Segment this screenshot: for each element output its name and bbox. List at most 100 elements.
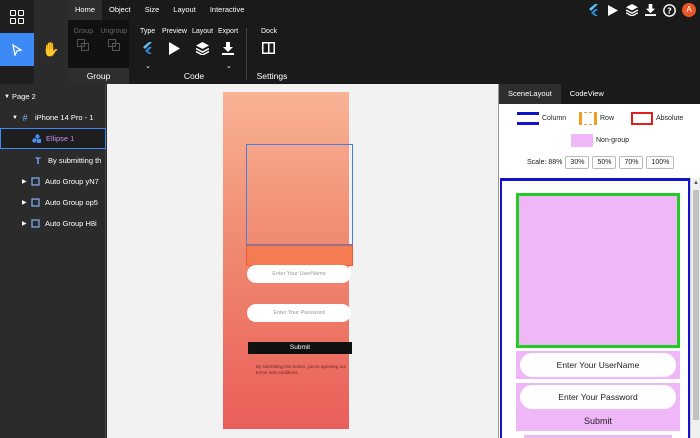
username-field[interactable]: Enter Your UserName xyxy=(247,265,351,283)
download-icon[interactable] xyxy=(644,4,657,17)
submit-button[interactable]: Submit xyxy=(248,342,352,354)
layer-text[interactable]: T By submitting th xyxy=(0,150,106,171)
scale-controls: Scale: 88% 30% 50% 70% 100% xyxy=(527,156,675,169)
scroll-up-icon[interactable]: ▲ xyxy=(693,180,699,186)
scroll-thumb[interactable] xyxy=(693,190,699,420)
preview-submit-button[interactable]: Submit xyxy=(516,411,680,431)
ungroup-button[interactable]: Ungroup xyxy=(99,20,130,68)
tab-scenelayout[interactable]: SceneLayout xyxy=(499,84,561,104)
absolute-swatch xyxy=(631,112,653,125)
group-button[interactable]: Group xyxy=(68,20,99,68)
layers-icon[interactable] xyxy=(625,4,638,17)
tab-object[interactable]: Object xyxy=(102,0,138,20)
scene-panel: SceneLayout CodeView Column Row Absolute… xyxy=(498,84,700,438)
type-label: Type xyxy=(140,28,156,35)
legend-column: Column xyxy=(517,112,566,125)
tab-size[interactable]: Size xyxy=(138,0,167,20)
avatar[interactable]: A xyxy=(682,3,696,17)
settings-section-label: Settings xyxy=(256,71,288,81)
flutter-icon[interactable] xyxy=(587,4,600,17)
preview-scrollbar[interactable]: ▲ xyxy=(690,178,700,438)
page-item[interactable]: ▼ Page 2 xyxy=(0,86,106,107)
ungroup-label: Ungroup xyxy=(100,28,128,35)
layer-autogroup[interactable]: ▶ Auto Group H8i xyxy=(0,213,106,234)
export-button[interactable]: Export xyxy=(218,28,238,55)
caret-down-icon: ▼ xyxy=(12,114,18,121)
play-icon[interactable] xyxy=(606,4,619,17)
group-label: Group xyxy=(73,28,93,35)
dock-button[interactable]: Dock xyxy=(261,28,277,55)
layer-label: Ellipse 1 xyxy=(46,134,75,143)
legend-absolute: Absolute xyxy=(631,112,683,125)
code-section: Type ⌄ Preview Layout Export ⌄ Code xyxy=(138,20,250,84)
flutter-icon xyxy=(140,41,155,55)
tab-layout[interactable]: Layout xyxy=(166,0,203,20)
legend-label: Row xyxy=(600,115,615,122)
tab-home[interactable]: Home xyxy=(68,0,103,20)
panel-tabs: SceneLayout CodeView xyxy=(499,84,700,104)
preview-password-field[interactable]: Enter Your Password xyxy=(520,385,676,409)
group-icon xyxy=(77,39,90,51)
layout-button[interactable]: Layout xyxy=(192,28,213,55)
preview-username-field[interactable]: Enter Your UserName xyxy=(520,353,676,377)
legend-label: Absolute xyxy=(656,115,684,122)
password-field[interactable]: Enter Your Password xyxy=(247,304,351,322)
group-section: Group Ungroup Group xyxy=(68,20,129,84)
layout-label: Layout xyxy=(192,28,214,35)
legend-non-group: Non-group xyxy=(571,134,629,147)
scale-30-button[interactable]: 30% xyxy=(565,156,590,169)
apps-icon[interactable] xyxy=(10,10,24,24)
layer-label: Auto Group yN7 xyxy=(45,177,99,186)
group-section-label: Group xyxy=(86,71,111,81)
frame-icon: # xyxy=(22,112,28,123)
layer-autogroup[interactable]: ▶ Auto Group op5 xyxy=(0,192,106,213)
export-label: Export xyxy=(218,28,239,35)
scale-100-button[interactable]: 100% xyxy=(646,156,675,169)
tab-interactive[interactable]: Interactive xyxy=(203,0,252,20)
scale-label: Scale: 88% xyxy=(527,159,563,166)
layer-label: Auto Group H8i xyxy=(45,219,97,228)
tab-codeview[interactable]: CodeView xyxy=(561,84,613,104)
canvas[interactable]: Enter Your UserName Enter Your Password … xyxy=(107,84,498,438)
export-chevron-icon[interactable]: ⌄ xyxy=(226,62,232,70)
layer-label: iPhone 14 Pro - 1 xyxy=(35,113,94,122)
layer-iphone-frame[interactable]: ▼ # iPhone 14 Pro - 1 xyxy=(0,107,106,128)
header-strip[interactable] xyxy=(246,245,353,266)
top-right-actions: ? A xyxy=(587,3,696,17)
layer-label: By submitting th xyxy=(48,156,102,165)
caret-right-icon: ▶ xyxy=(22,179,27,185)
help-icon[interactable]: ? xyxy=(663,3,676,17)
hand-icon: ✋ xyxy=(42,41,60,57)
hand-tool-button[interactable]: ✋ xyxy=(34,33,68,66)
preview-password-row[interactable]: Enter Your Password xyxy=(516,383,680,411)
ribbon-tabs: Home Object Size Layout Interactive xyxy=(68,0,251,20)
scale-50-button[interactable]: 50% xyxy=(592,156,617,169)
group-buttons: Group Ungroup xyxy=(68,20,129,68)
legend-label: Column xyxy=(542,115,567,122)
caret-right-icon: ▶ xyxy=(22,200,27,206)
preview-button[interactable]: Preview xyxy=(162,28,187,55)
preview-ellipse-highlight[interactable] xyxy=(516,193,680,348)
scene-preview[interactable]: Enter Your UserName Enter Your Password … xyxy=(500,178,690,438)
terms-text: By submitting this button, you're agreei… xyxy=(256,364,347,375)
dock-label: Dock xyxy=(261,28,277,35)
svg-text:?: ? xyxy=(667,6,672,15)
scale-70-button[interactable]: 70% xyxy=(619,156,644,169)
layer-ellipse[interactable]: Ellipse 1 xyxy=(0,128,106,149)
download-icon xyxy=(218,41,238,55)
preview-username-row[interactable]: Enter Your UserName xyxy=(516,351,680,379)
shapes-icon xyxy=(31,134,41,143)
type-button[interactable]: Type xyxy=(140,28,155,55)
layers-panel: ▼ Page 2 ▼ # iPhone 14 Pro - 1 Ellipse 1… xyxy=(0,84,106,438)
pointer-tool-button[interactable] xyxy=(0,33,34,66)
code-section-label: Code xyxy=(183,71,205,81)
play-icon xyxy=(162,41,187,55)
layer-label: Auto Group op5 xyxy=(45,198,98,207)
layer-autogroup[interactable]: ▶ Auto Group yN7 xyxy=(0,171,106,192)
non-group-swatch xyxy=(571,134,593,147)
autogroup-icon xyxy=(30,198,40,207)
artboard-iphone[interactable]: Enter Your UserName Enter Your Password … xyxy=(223,92,353,429)
ellipse-selection[interactable] xyxy=(246,144,353,245)
type-chevron-icon[interactable]: ⌄ xyxy=(145,62,151,70)
ungroup-icon xyxy=(107,39,120,51)
